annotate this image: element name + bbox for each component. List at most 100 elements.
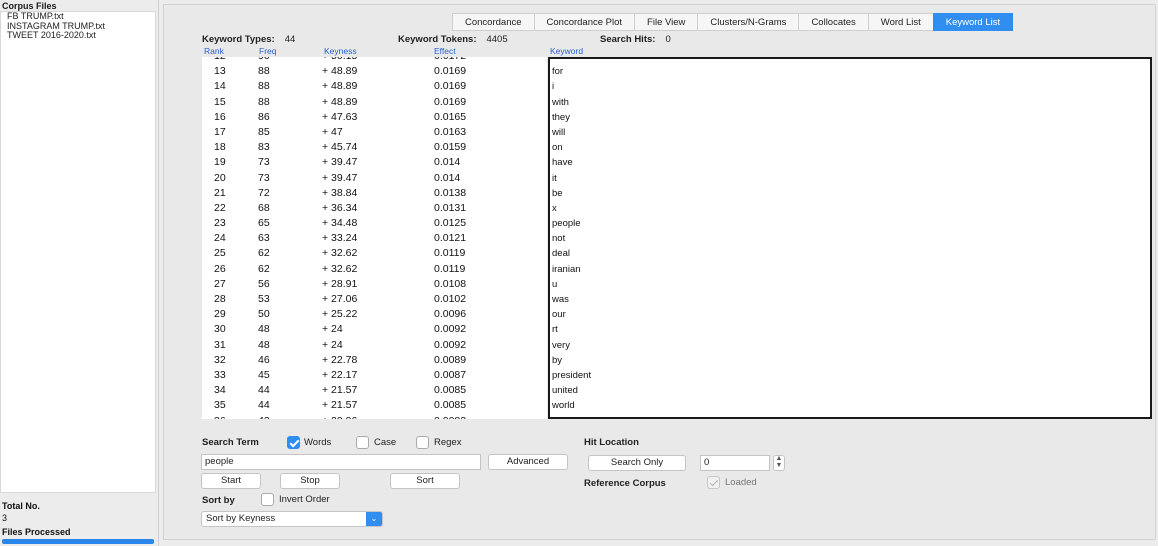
keyword-cell[interactable]: world xyxy=(550,398,1150,413)
cell-rank: 24 xyxy=(214,232,226,245)
cell-rank: 16 xyxy=(214,110,226,123)
words-checkbox[interactable] xyxy=(287,436,300,449)
keyword-cell[interactable]: will xyxy=(550,125,1150,140)
sort-by-select[interactable]: Sort by Keyness ⌄ xyxy=(201,511,383,527)
tab-concordance[interactable]: Concordance xyxy=(452,13,534,31)
keyword-cell[interactable]: united xyxy=(550,383,1150,398)
keyword-cell[interactable]: it xyxy=(550,171,1150,186)
regex-checkbox[interactable] xyxy=(416,436,429,449)
cell-keyness: + 32.62 xyxy=(322,262,358,275)
table-row[interactable]: 13 88 + 48.89 0.0169 xyxy=(202,64,547,79)
keyword-cell[interactable]: people xyxy=(550,216,1150,231)
keyword-cell[interactable]: by xyxy=(550,353,1150,368)
table-row[interactable]: 22 68 + 36.34 0.0131 xyxy=(202,201,547,216)
cell-keyness: + 48.89 xyxy=(322,65,358,78)
cell-effect: 0.0131 xyxy=(434,201,467,214)
cell-keyness: + 24 xyxy=(322,338,343,351)
keyword-cell[interactable]: very xyxy=(550,338,1150,353)
cell-freq: 85 xyxy=(258,125,270,138)
keyword-cell[interactable]: they xyxy=(550,110,1150,125)
tab-keyword-list[interactable]: Keyword List xyxy=(932,13,1014,31)
keyword-tokens-stat: Keyword Tokens: 4405 xyxy=(398,34,508,45)
table-row[interactable]: 31 48 + 24 0.0092 xyxy=(202,338,547,353)
keyword-cell[interactable]: be xyxy=(550,186,1150,201)
keyword-cell[interactable]: with xyxy=(550,95,1150,110)
table-row[interactable]: 29 50 + 25.22 0.0096 xyxy=(202,307,547,322)
keyword-cell[interactable]: has xyxy=(550,414,1150,418)
table-row[interactable]: 12 90 + 50.15 0.0172 xyxy=(202,57,547,64)
search-only-button[interactable]: Search Only xyxy=(588,455,686,471)
keyword-cell[interactable]: president xyxy=(550,368,1150,383)
tab-file-view[interactable]: File View xyxy=(634,13,698,31)
corpus-file-list[interactable]: FB TRUMP.txt INSTAGRAM TRUMP.txt TWEET 2… xyxy=(0,11,156,493)
column-header-keyness[interactable]: Keyness xyxy=(324,46,357,56)
cell-effect: 0.014 xyxy=(434,171,461,184)
table-row[interactable]: 17 85 + 47 0.0163 xyxy=(202,125,547,140)
cell-effect: 0.0172 xyxy=(434,57,466,64)
hit-location-stepper[interactable]: ▲ ▼ xyxy=(773,455,785,471)
table-row[interactable]: 21 72 + 38.84 0.0138 xyxy=(202,186,547,201)
cell-freq: 83 xyxy=(258,141,270,154)
keyword-column[interactable]: weforiwiththeywillonhaveitbexpeoplenotde… xyxy=(548,57,1152,419)
table-row[interactable]: 23 65 + 34.48 0.0125 xyxy=(202,216,547,231)
table-row[interactable]: 28 53 + 27.06 0.0102 xyxy=(202,292,547,307)
keyword-cell[interactable]: we xyxy=(550,59,1150,64)
table-row[interactable]: 33 45 + 22.17 0.0087 xyxy=(202,368,547,383)
column-header-rank[interactable]: Rank xyxy=(204,46,224,56)
table-row[interactable]: 14 88 + 48.89 0.0169 xyxy=(202,79,547,94)
table-row[interactable]: 24 63 + 33.24 0.0121 xyxy=(202,231,547,246)
start-button[interactable]: Start xyxy=(201,473,261,489)
tab-clusters-ngrams[interactable]: Clusters/N-Grams xyxy=(697,13,799,31)
column-header-keyword[interactable]: Keyword xyxy=(550,46,583,56)
words-label: Words xyxy=(304,437,332,448)
cell-freq: 86 xyxy=(258,110,270,123)
keyword-cell[interactable]: deal xyxy=(550,246,1150,261)
table-row[interactable]: 19 73 + 39.47 0.014 xyxy=(202,155,547,170)
table-row[interactable]: 35 44 + 21.57 0.0085 xyxy=(202,398,547,413)
table-row[interactable]: 20 73 + 39.47 0.014 xyxy=(202,171,547,186)
keyword-cell[interactable]: x xyxy=(550,201,1150,216)
sort-button[interactable]: Sort xyxy=(390,473,460,489)
keyword-cell[interactable]: u xyxy=(550,277,1150,292)
cell-keyness: + 22.17 xyxy=(322,368,358,381)
cell-freq: 73 xyxy=(258,156,270,169)
keyword-stats-table[interactable]: 12 90 + 50.15 0.0172 13 88 + 48.89 0.0169 14 88 + … xyxy=(202,57,547,419)
invert-order-checkbox[interactable] xyxy=(261,493,274,506)
table-row[interactable]: 16 86 + 47.63 0.0165 xyxy=(202,110,547,125)
tab-word-list[interactable]: Word List xyxy=(867,13,933,31)
table-row[interactable]: 30 48 + 24 0.0092 xyxy=(202,322,547,337)
cell-effect: 0.0169 xyxy=(434,95,467,108)
case-checkbox[interactable] xyxy=(356,436,369,449)
keyword-cell[interactable]: on xyxy=(550,140,1150,155)
tab-collocates[interactable]: Collocates xyxy=(798,13,868,31)
keyword-cell[interactable]: for xyxy=(550,64,1150,79)
reference-loaded-checkbox[interactable] xyxy=(707,476,720,489)
corpus-file-item[interactable]: TWEET 2016-2020.txt xyxy=(1,30,155,41)
reference-corpus-label: Reference Corpus xyxy=(584,478,666,489)
keyword-cell[interactable]: not xyxy=(550,231,1150,246)
table-row[interactable]: 18 83 + 45.74 0.0159 xyxy=(202,140,547,155)
column-header-freq[interactable]: Freq xyxy=(259,46,276,56)
tab-concordance-plot[interactable]: Concordance Plot xyxy=(533,13,635,31)
advanced-button[interactable]: Advanced xyxy=(488,454,568,470)
cell-rank: 15 xyxy=(214,95,226,108)
table-row[interactable]: 25 62 + 32.62 0.0119 xyxy=(202,246,547,261)
table-row[interactable]: 34 44 + 21.57 0.0085 xyxy=(202,383,547,398)
keyword-cell[interactable]: have xyxy=(550,155,1150,170)
table-row[interactable]: 32 46 + 22.78 0.0089 xyxy=(202,353,547,368)
keyword-cell[interactable]: i xyxy=(550,79,1150,94)
table-row[interactable]: 36 43 + 20.96 0.0083 xyxy=(202,414,547,420)
search-term-input[interactable]: people xyxy=(201,454,481,470)
keyword-cell[interactable]: iranian xyxy=(550,262,1150,277)
column-header-effect[interactable]: Effect xyxy=(434,46,456,56)
stop-button[interactable]: Stop xyxy=(280,473,340,489)
keyword-cell[interactable]: our xyxy=(550,307,1150,322)
keyword-cell[interactable]: rt xyxy=(550,322,1150,337)
hit-location-field[interactable]: 0 xyxy=(700,455,770,471)
keyword-tokens-label: Keyword Tokens: xyxy=(398,34,477,45)
table-row[interactable]: 27 56 + 28.91 0.0108 xyxy=(202,277,547,292)
cell-rank: 36 xyxy=(214,414,226,420)
table-row[interactable]: 26 62 + 32.62 0.0119 xyxy=(202,262,547,277)
keyword-cell[interactable]: was xyxy=(550,292,1150,307)
table-row[interactable]: 15 88 + 48.89 0.0169 xyxy=(202,95,547,110)
